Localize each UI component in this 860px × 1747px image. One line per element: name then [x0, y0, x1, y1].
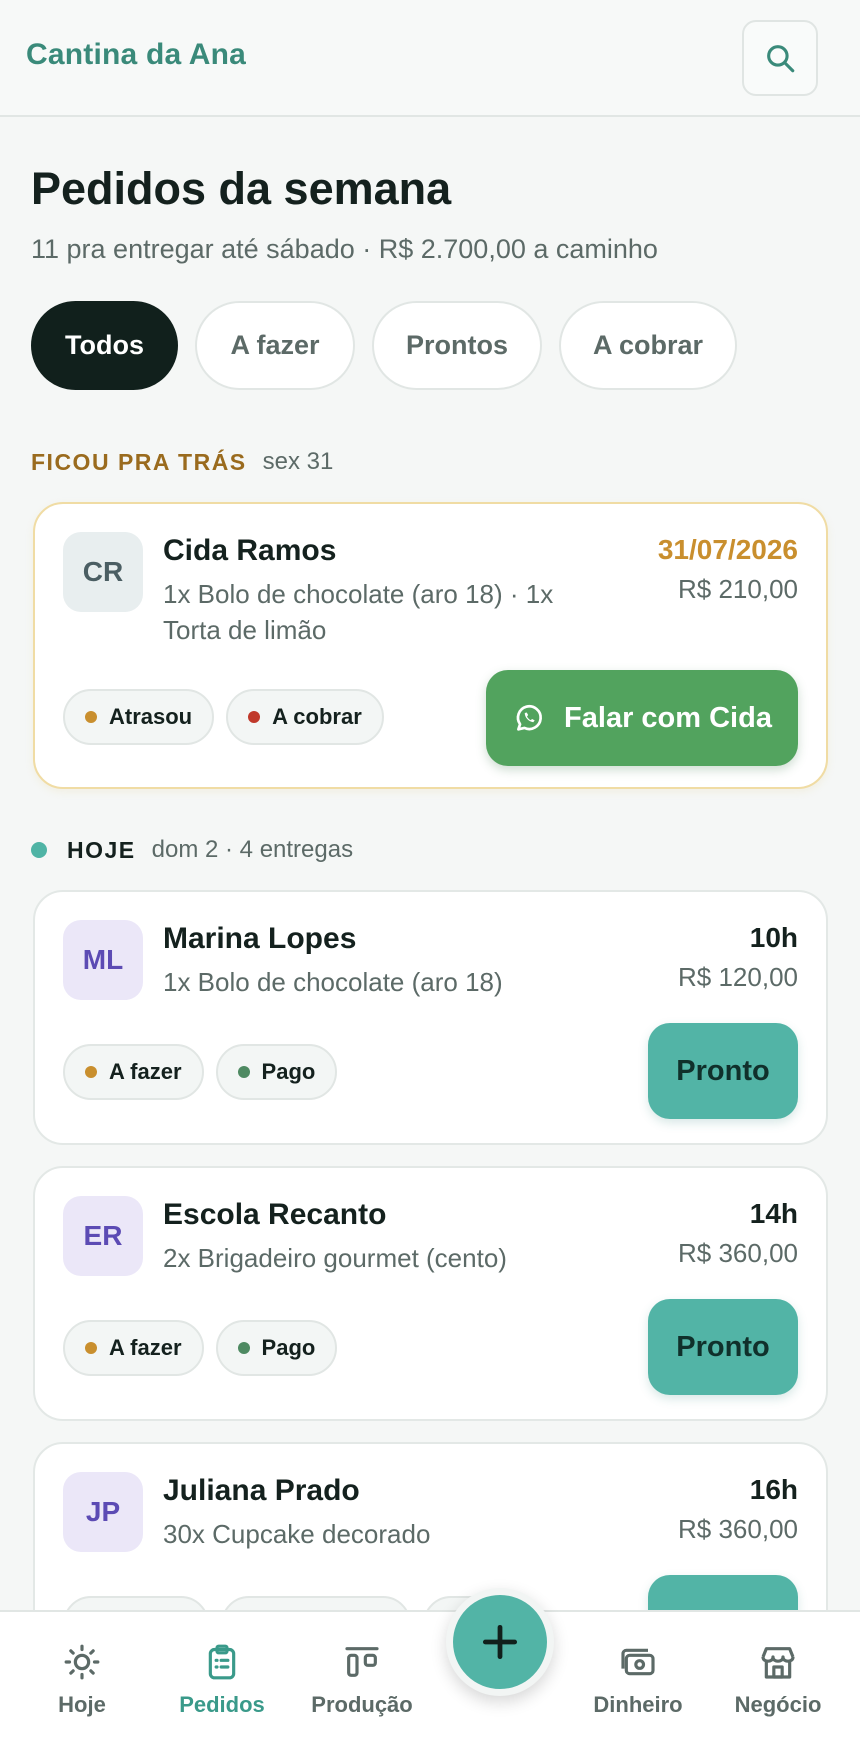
order-items: 2x Brigadeiro gourmet (cento)	[163, 1243, 507, 1273]
section-late-meta: sex 31	[262, 448, 334, 475]
status-badge: A fazer	[63, 1044, 204, 1100]
order-tags: A fazer Pago	[63, 1044, 338, 1100]
payment-badge: A cobrar	[226, 689, 384, 745]
today-dot	[31, 842, 47, 858]
avatar: JP	[63, 1472, 143, 1552]
app-brand[interactable]: Cantina da Ana	[26, 38, 246, 72]
payment-badge: Pago	[215, 1044, 338, 1100]
order-card[interactable]: CR Cida Ramos 1x Bolo de chocolate (aro …	[33, 502, 828, 789]
clipboard-icon	[208, 1644, 236, 1680]
nav-item-producao[interactable]: Produção	[292, 1642, 432, 1718]
avatar: ML	[63, 920, 143, 1000]
status-dot	[85, 1342, 97, 1354]
section-late-header: FICOU PRA TRÁS sex 31	[31, 448, 333, 476]
order-items: 30x Cupcake decorado	[163, 1519, 431, 1549]
order-tags: Atrasou A cobrar	[63, 689, 384, 745]
store-icon	[761, 1647, 795, 1679]
page-title: Pedidos da semana	[31, 163, 452, 214]
order-items: 1x Bolo de chocolate (aro 18) · 1x Torta…	[163, 579, 554, 645]
status-badge: A fazer	[63, 1320, 204, 1376]
payment-dot	[248, 711, 261, 723]
nav-item-dinheiro[interactable]: Dinheiro	[568, 1642, 708, 1718]
section-today-meta: dom 2 · 4 entregas	[151, 836, 354, 863]
payment-badge-label: A cobrar	[272, 704, 362, 729]
filter-a-cobrar[interactable]: A cobrar	[559, 301, 737, 390]
order-tags: A fazer Pago	[63, 1320, 338, 1376]
order-card[interactable]: ML Marina Lopes 1x Bolo de chocolate (ar…	[33, 890, 828, 1145]
order-date: 31/07/2026	[657, 534, 798, 565]
order-price: R$ 210,00	[678, 574, 798, 604]
page-subtitle: 11 pra entregar até sábado · R$ 2.700,00…	[31, 234, 658, 264]
status-badge-label: Atrasou	[109, 704, 193, 729]
money-icon	[621, 1648, 655, 1676]
whatsapp-button-label: Falar com Cida	[564, 701, 772, 734]
top-bar: Cantina da Ana	[0, 0, 860, 117]
customer-name: Juliana Prado	[163, 1474, 360, 1507]
payment-dot	[237, 1342, 250, 1354]
order-price: R$ 360,00	[678, 1238, 798, 1268]
nav-label: Dinheiro	[593, 1692, 683, 1717]
customer-name: Marina Lopes	[163, 922, 357, 955]
search-button[interactable]	[742, 20, 818, 96]
whatsapp-icon	[516, 705, 542, 731]
mark-ready-button[interactable]: Pronto	[648, 1023, 798, 1119]
avatar: ER	[63, 1196, 143, 1276]
filter-todos[interactable]: Todos	[31, 301, 178, 390]
order-time: 10h	[749, 922, 798, 953]
payment-dot	[237, 1066, 250, 1078]
whatsapp-button[interactable]: Falar com Cida	[486, 670, 798, 766]
filter-chips: Todos A fazer Prontos A cobrar	[31, 301, 737, 390]
avatar: CR	[63, 532, 143, 612]
order-price: R$ 120,00	[678, 962, 798, 992]
nav-item-negocio[interactable]: Negócio	[708, 1642, 848, 1718]
filter-prontos[interactable]: Prontos	[372, 301, 542, 390]
order-card[interactable]: ER Escola Recanto 2x Brigadeiro gourmet …	[33, 1166, 828, 1421]
nav-item-pedidos[interactable]: Pedidos	[152, 1642, 292, 1718]
mark-ready-button[interactable]: Pronto	[648, 1299, 798, 1395]
payment-badge-label: Pago	[261, 1059, 316, 1084]
section-today-header: HOJE dom 2 · 4 entregas	[31, 836, 353, 864]
section-late-label: FICOU PRA TRÁS	[31, 448, 247, 475]
nav-label: Pedidos	[179, 1692, 265, 1717]
bottom-nav: Hoje Pedidos Produção Dinheiro Negócio	[0, 1610, 860, 1747]
order-time: 14h	[749, 1198, 798, 1229]
order-items: 1x Bolo de chocolate (aro 18)	[163, 967, 503, 997]
status-badge-label: A fazer	[109, 1059, 182, 1084]
payment-badge: Pago	[215, 1320, 338, 1376]
nav-label: Hoje	[58, 1692, 106, 1717]
order-time: 16h	[749, 1474, 798, 1505]
nav-label: Negócio	[734, 1692, 822, 1717]
plus-icon	[482, 1624, 518, 1660]
nav-item-hoje[interactable]: Hoje	[12, 1642, 152, 1718]
production-icon	[345, 1647, 379, 1677]
customer-name: Cida Ramos	[163, 534, 337, 567]
add-order-button[interactable]	[446, 1588, 554, 1696]
payment-badge-label: Pago	[261, 1335, 316, 1360]
filter-a-fazer[interactable]: A fazer	[195, 301, 355, 390]
nav-label: Produção	[311, 1692, 413, 1717]
section-today-label: HOJE	[67, 836, 136, 863]
customer-name: Escola Recanto	[163, 1198, 387, 1231]
status-badge: Atrasou	[63, 689, 215, 745]
status-badge-label: A fazer	[109, 1335, 182, 1360]
status-dot	[85, 711, 97, 723]
sun-icon	[64, 1644, 100, 1680]
order-price: R$ 360,00	[678, 1514, 798, 1544]
status-dot	[85, 1066, 97, 1078]
search-icon	[767, 45, 795, 73]
